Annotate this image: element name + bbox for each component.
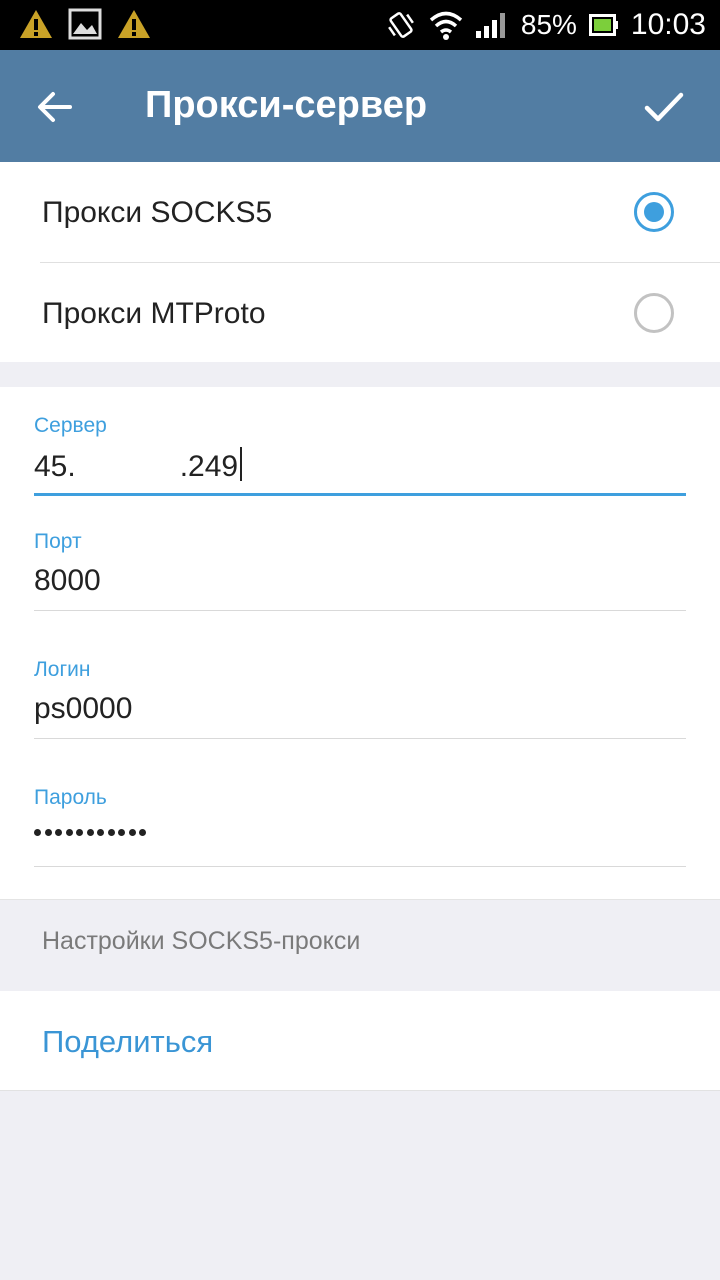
login-underline bbox=[34, 738, 686, 739]
proxy-option-label: Прокси SOCKS5 bbox=[42, 196, 273, 229]
share-button[interactable]: Поделиться bbox=[42, 1024, 213, 1060]
radio-button-unchecked[interactable] bbox=[634, 293, 674, 333]
port-label: Порт bbox=[34, 530, 82, 553]
password-dot bbox=[65, 829, 73, 836]
radio-button-checked[interactable] bbox=[634, 192, 674, 232]
info-section: Настройки SOCKS5-прокси bbox=[0, 899, 720, 991]
done-button[interactable] bbox=[638, 82, 690, 132]
port-field[interactable]: Порт 8000 bbox=[34, 517, 686, 613]
server-value-start: 45. bbox=[34, 450, 76, 483]
signal-icon bbox=[475, 13, 505, 38]
vibrate-icon bbox=[387, 12, 414, 38]
share-section: Поделиться bbox=[0, 991, 720, 1091]
server-value-end: .249 bbox=[179, 450, 239, 483]
proxy-settings-form: Сервер 45. .249 Порт 8000 Логин ps0000 Па… bbox=[0, 387, 720, 899]
proxy-option-socks5[interactable]: Прокси SOCKS5 bbox=[0, 162, 720, 262]
server-input[interactable]: 45. .249 bbox=[34, 447, 243, 484]
login-label: Логин bbox=[34, 658, 91, 681]
password-dot bbox=[34, 829, 41, 836]
password-field[interactable]: Пароль bbox=[34, 773, 686, 869]
password-dot bbox=[44, 829, 52, 836]
arrow-left-icon bbox=[38, 92, 72, 122]
password-dot bbox=[139, 829, 146, 836]
server-underline bbox=[34, 493, 686, 496]
notification-icons bbox=[18, 8, 152, 40]
password-dot bbox=[76, 829, 83, 836]
password-dot bbox=[55, 829, 62, 836]
wifi-icon bbox=[429, 11, 463, 40]
warning-icon bbox=[20, 10, 52, 38]
warning-icon bbox=[118, 10, 150, 38]
password-input[interactable] bbox=[34, 829, 234, 841]
page-title: Прокси-сервер bbox=[145, 84, 428, 126]
action-bar: Прокси-сервер bbox=[0, 50, 720, 162]
password-dot bbox=[107, 829, 115, 836]
password-mask bbox=[34, 829, 146, 836]
checkmark-icon bbox=[644, 92, 684, 122]
login-field[interactable]: Логин ps0000 bbox=[34, 645, 686, 741]
battery-percent: 85% bbox=[520, 9, 577, 40]
battery-icon bbox=[588, 14, 618, 36]
proxy-option-mtproto[interactable]: Прокси MTProto bbox=[0, 263, 720, 363]
proxy-option-label: Прокси MTProto bbox=[42, 297, 266, 330]
clock: 10:03 bbox=[630, 8, 706, 41]
back-button[interactable] bbox=[30, 82, 80, 132]
password-dot bbox=[97, 829, 104, 836]
login-input[interactable]: ps0000 bbox=[34, 692, 132, 726]
password-dot bbox=[118, 829, 125, 836]
password-dot bbox=[86, 829, 94, 836]
port-input[interactable]: 8000 bbox=[34, 564, 101, 598]
hint-text: Настройки SOCKS5-прокси bbox=[42, 927, 361, 955]
port-underline bbox=[34, 610, 686, 611]
password-dot bbox=[128, 829, 136, 836]
server-label: Сервер bbox=[34, 414, 107, 437]
status-bar: 85% 10:03 bbox=[0, 0, 720, 50]
server-field[interactable]: Сервер 45. .249 bbox=[34, 387, 686, 499]
password-underline bbox=[34, 866, 686, 867]
image-icon bbox=[68, 8, 102, 40]
proxy-type-selector: Прокси SOCKS5 Прокси MTProto bbox=[0, 162, 720, 362]
password-label: Пароль bbox=[34, 786, 107, 809]
system-indicators: 85% 10:03 bbox=[385, 0, 706, 50]
text-cursor bbox=[240, 447, 243, 481]
